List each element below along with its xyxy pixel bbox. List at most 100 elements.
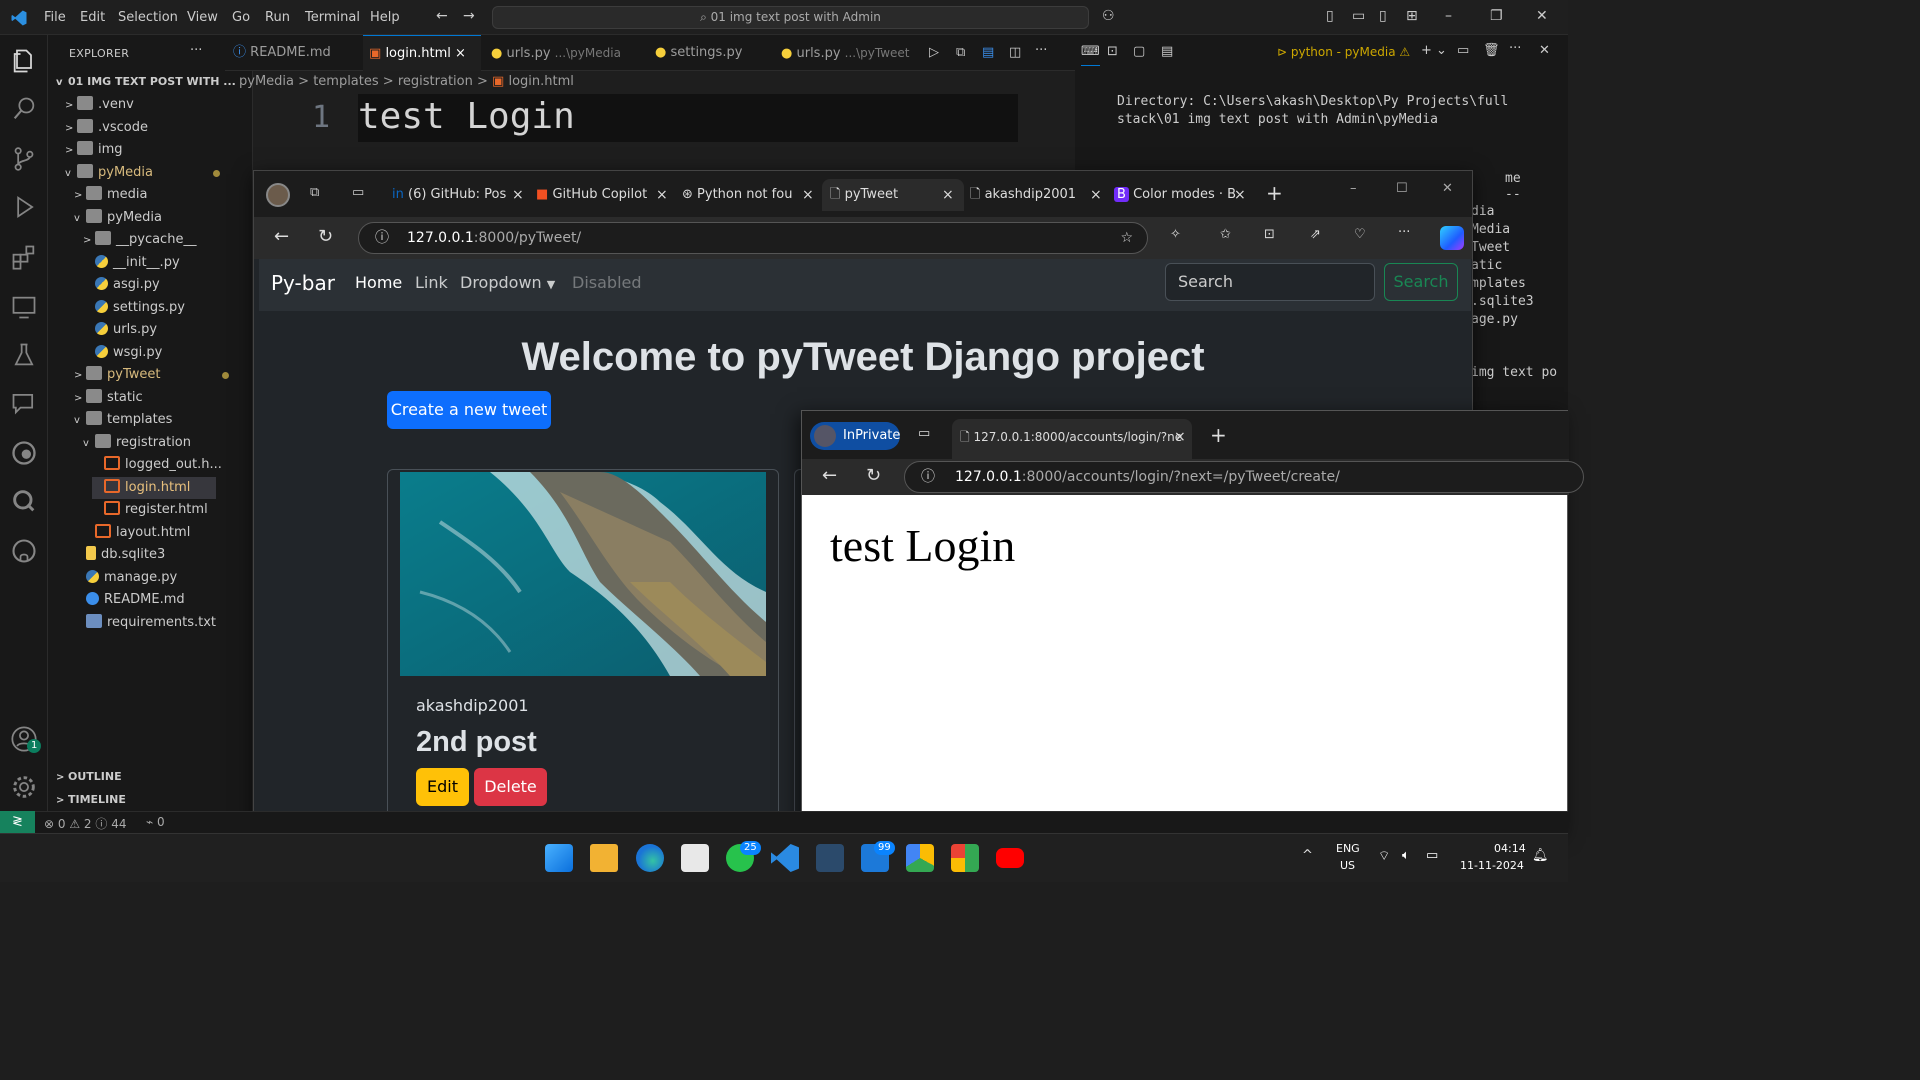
nav-link-link[interactable]: Link bbox=[415, 273, 448, 292]
tree-item[interactable]: v templates bbox=[74, 409, 172, 431]
remote-indicator[interactable]: ≷ bbox=[0, 811, 35, 833]
favorites-icon[interactable]: ✩ bbox=[1220, 227, 1231, 242]
tab-login-html[interactable]: ▣ login.html × bbox=[363, 35, 481, 71]
new-tab-icon[interactable]: + bbox=[1266, 181, 1283, 205]
start-icon[interactable] bbox=[545, 844, 573, 872]
google-drive-icon[interactable] bbox=[906, 844, 934, 872]
copilot-icon[interactable]: ⚇ bbox=[1102, 8, 1115, 24]
extensions-icon[interactable]: ✧ bbox=[1170, 227, 1181, 242]
address-bar[interactable]: ⓘ 127.0.0.1:8000/pyTweet/ ☆ bbox=[358, 222, 1148, 254]
tree-item[interactable]: README.md bbox=[74, 589, 185, 611]
delete-button[interactable]: Delete bbox=[474, 768, 547, 806]
nav-link-home[interactable]: Home bbox=[355, 273, 402, 292]
live-server-icon[interactable]: ▤ bbox=[982, 45, 994, 60]
run-debug-icon[interactable] bbox=[10, 193, 38, 221]
menu-run[interactable]: Run bbox=[265, 10, 290, 25]
vscode-taskbar-icon[interactable] bbox=[771, 844, 799, 872]
screenshot-icon[interactable]: ⊡ bbox=[1264, 227, 1275, 242]
tree-item[interactable]: requirements.txt bbox=[74, 612, 216, 634]
nav-back-icon[interactable]: ← bbox=[436, 8, 448, 24]
tree-item[interactable]: asgi.py bbox=[83, 274, 160, 296]
editor-more-icon[interactable]: ··· bbox=[1035, 43, 1047, 58]
close-panel-icon[interactable]: ✕ bbox=[1539, 43, 1550, 58]
breadcrumb-item[interactable]: templates bbox=[313, 74, 378, 89]
ports-indicator[interactable]: ⌁ 0 bbox=[146, 815, 165, 829]
workspace-root[interactable]: v 01 IMG TEXT POST WITH ... bbox=[56, 71, 236, 93]
tree-item[interactable]: v pyMedia bbox=[65, 162, 220, 184]
tree-item[interactable]: manage.py bbox=[74, 567, 177, 589]
search-replace-icon[interactable] bbox=[10, 487, 38, 515]
tab-close-icon[interactable]: × bbox=[455, 46, 466, 61]
split-terminal-icon[interactable]: ▭ bbox=[1457, 43, 1469, 58]
google-meet-icon[interactable] bbox=[951, 844, 979, 872]
tree-item[interactable]: wsgi.py bbox=[83, 342, 162, 364]
run-file-icon[interactable]: ▷ bbox=[929, 45, 939, 60]
file-explorer-icon[interactable] bbox=[590, 844, 618, 872]
split-editor-icon[interactable]: ◫ bbox=[1009, 45, 1021, 60]
github-icon[interactable] bbox=[10, 537, 38, 565]
kill-terminal-icon[interactable]: 🗑 bbox=[1483, 43, 1500, 58]
tree-item[interactable]: __init__.py bbox=[83, 252, 180, 274]
tree-item[interactable]: layout.html bbox=[83, 522, 190, 544]
browser-tab-akashdip[interactable]: 🗋 akashdip2001 × bbox=[970, 179, 1104, 211]
tab-close-icon[interactable]: × bbox=[1174, 419, 1186, 455]
chat-icon[interactable] bbox=[10, 389, 38, 417]
menu-selection[interactable]: Selection bbox=[118, 10, 178, 25]
store-icon[interactable] bbox=[681, 844, 709, 872]
search-icon[interactable] bbox=[10, 95, 38, 123]
tab-close-icon[interactable]: × bbox=[802, 179, 814, 211]
restore-icon[interactable]: ❐ bbox=[1490, 8, 1503, 24]
explorer-more-icon[interactable]: ··· bbox=[190, 43, 202, 58]
navbar-brand[interactable]: Py-bar bbox=[271, 271, 335, 295]
tab-readme[interactable]: ⓘ README.md bbox=[233, 35, 363, 71]
workspaces-icon[interactable]: ⧉ bbox=[310, 185, 319, 200]
share-icon[interactable]: ⇗ bbox=[1310, 227, 1321, 242]
tree-item[interactable]: v pyMedia bbox=[74, 207, 162, 229]
browser-tab-python[interactable]: ⊛ Python not fou × bbox=[682, 179, 816, 211]
close-window-icon[interactable]: ✕ bbox=[1536, 8, 1548, 24]
site-info-icon[interactable]: ⓘ bbox=[375, 223, 389, 253]
browser-tab-github-post[interactable]: in (6) GitHub: Pos × bbox=[392, 179, 526, 211]
tree-item[interactable]: db.sqlite3 bbox=[74, 544, 165, 566]
menu-file[interactable]: File bbox=[44, 10, 66, 25]
tab-close-icon[interactable]: × bbox=[1090, 179, 1102, 211]
outline-section[interactable]: > OUTLINE bbox=[56, 766, 122, 788]
new-terminal-icon[interactable]: + ⌄ bbox=[1421, 43, 1447, 58]
browser-tab-login[interactable]: 🗋 127.0.0.1:8000/accounts/login/?ne × bbox=[952, 419, 1192, 459]
tab-urls-pytweet[interactable]: ● urls.py ...\pyTweet bbox=[781, 35, 931, 71]
profile-avatar[interactable] bbox=[266, 183, 290, 207]
tree-item[interactable]: settings.py bbox=[83, 297, 185, 319]
panel-more-icon[interactable]: ··· bbox=[1509, 41, 1521, 56]
tree-item[interactable]: > pyTweet bbox=[74, 364, 229, 386]
tree-item[interactable]: urls.py bbox=[83, 319, 157, 341]
tab-settings[interactable]: ● settings.py bbox=[655, 35, 765, 71]
timeline-section[interactable]: > TIMELINE bbox=[56, 789, 126, 811]
tab-close-icon[interactable]: × bbox=[942, 179, 954, 211]
toggle-secondary-sidebar-icon[interactable]: ▯ bbox=[1379, 8, 1387, 24]
tree-item[interactable]: > .vscode bbox=[65, 117, 148, 139]
new-tab-icon[interactable]: + bbox=[1210, 423, 1227, 447]
site-info-icon[interactable]: ⓘ bbox=[921, 462, 935, 492]
tab-close-icon[interactable]: × bbox=[656, 179, 668, 211]
close-window-icon[interactable]: ✕ bbox=[1442, 181, 1453, 196]
tree-item[interactable]: > img bbox=[65, 139, 123, 161]
nav-forward-icon[interactable]: → bbox=[463, 8, 475, 24]
inprivate-badge[interactable]: InPrivate bbox=[810, 422, 900, 450]
back-icon[interactable]: ← bbox=[822, 465, 837, 486]
tree-item[interactable]: logged_out.h... bbox=[92, 454, 222, 476]
navbar-search-input[interactable]: Search bbox=[1165, 263, 1375, 301]
nav-dropdown[interactable]: Dropdown ▼ bbox=[460, 273, 555, 292]
toggle-panel-icon[interactable]: ▭ bbox=[1352, 8, 1365, 24]
youtube-icon[interactable] bbox=[996, 848, 1024, 868]
menu-help[interactable]: Help bbox=[370, 10, 400, 25]
settings-more-icon[interactable]: ··· bbox=[1398, 225, 1410, 240]
breadcrumb-item[interactable]: registration bbox=[398, 74, 473, 89]
tab-urls-pymedia[interactable]: ● urls.py ...\pyMedia bbox=[491, 35, 641, 71]
comments-icon[interactable]: ▢ bbox=[1133, 44, 1145, 59]
browser-tab-color-modes[interactable]: B Color modes · B × bbox=[1114, 179, 1248, 211]
vertical-tabs-icon[interactable]: ▭ bbox=[352, 185, 364, 200]
notification-bell-icon[interactable]: 🔔︎ bbox=[1532, 848, 1549, 863]
address-bar[interactable]: ⓘ 127.0.0.1:8000/accounts/login/?next=/p… bbox=[904, 461, 1584, 493]
settings-gear-icon[interactable] bbox=[10, 773, 38, 801]
customize-layout-icon[interactable]: ⊞ bbox=[1406, 8, 1418, 24]
